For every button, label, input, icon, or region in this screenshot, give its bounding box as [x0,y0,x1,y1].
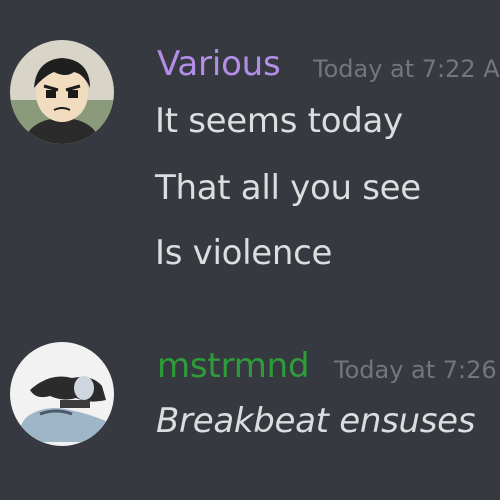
user-avatar[interactable] [10,342,114,446]
message-item: Various Today at 7:22 A It seems today T… [0,0,500,300]
message-line: Is violence [155,233,333,273]
message-author[interactable]: mstrmnd [157,346,310,386]
message-line: That all you see [155,168,421,208]
message-timestamp: Today at 7:22 A [313,55,500,83]
avatar-reclining-figure-icon [10,342,114,446]
message-line: It seems today [155,101,403,141]
avatar-cartoon-boy-icon [10,40,114,144]
message-timestamp: Today at 7:26 [334,356,497,384]
message-item: mstrmnd Today at 7:26 Breakbeat ensuses [0,330,500,500]
message-line: Breakbeat ensuses [156,401,476,441]
user-avatar[interactable] [10,40,114,144]
message-author[interactable]: Various [157,44,281,84]
